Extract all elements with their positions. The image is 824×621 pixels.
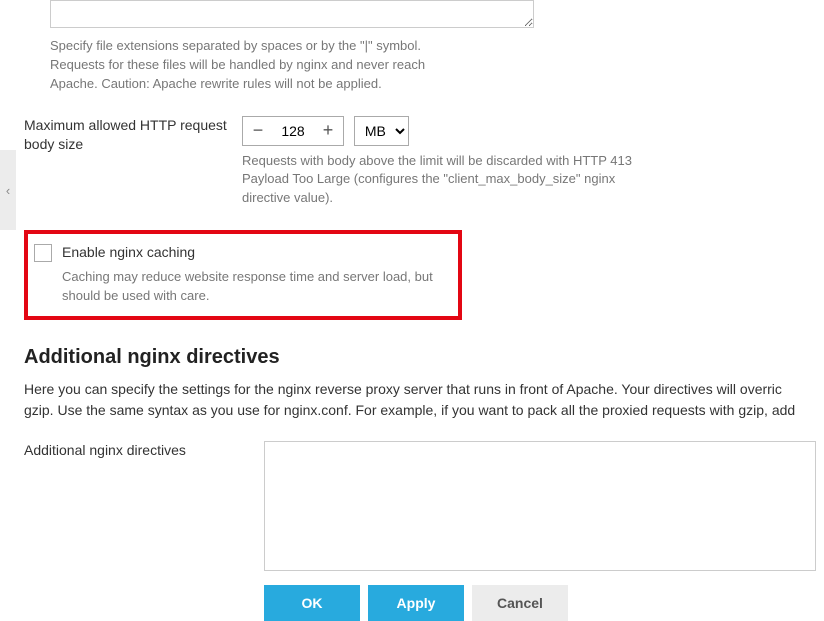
ok-button[interactable]: OK	[264, 585, 360, 621]
enable-caching-hint: Caching may reduce website response time…	[62, 268, 448, 306]
body-size-unit-select[interactable]: MB	[354, 116, 409, 146]
directives-row: Additional nginx directives	[24, 441, 824, 571]
body-size-hint: Requests with body above the limit will …	[242, 152, 662, 209]
form-content: Specify file extensions separated by spa…	[0, 0, 824, 621]
enable-caching-highlight: Enable nginx caching Caching may reduce …	[24, 230, 462, 320]
additional-directives-heading: Additional nginx directives	[24, 346, 824, 369]
stepper-increment-button[interactable]: +	[313, 117, 343, 145]
file-extensions-input[interactable]	[50, 0, 534, 28]
enable-caching-row: Enable nginx caching	[34, 244, 448, 262]
apply-button[interactable]: Apply	[368, 585, 464, 621]
body-size-label: Maximum allowed HTTP request body size	[24, 116, 242, 155]
form-actions: OK Apply Cancel	[264, 585, 824, 621]
body-size-input[interactable]	[273, 117, 313, 145]
chevron-left-icon: ‹	[6, 183, 10, 198]
additional-directives-desc: Here you can specify the settings for th…	[24, 379, 824, 421]
body-size-stepper: − +	[242, 116, 344, 146]
enable-caching-checkbox[interactable]	[34, 244, 52, 262]
plus-icon: +	[323, 120, 334, 141]
directives-input[interactable]	[264, 441, 816, 571]
body-size-row: Maximum allowed HTTP request body size −…	[24, 116, 824, 209]
directives-label: Additional nginx directives	[24, 441, 242, 461]
minus-icon: −	[253, 120, 264, 141]
sidebar-collapse-handle[interactable]: ‹	[0, 150, 16, 230]
body-size-field: − + MB Requests with body above the limi…	[242, 116, 824, 209]
cancel-button[interactable]: Cancel	[472, 585, 568, 621]
file-extensions-hint: Specify file extensions separated by spa…	[50, 37, 450, 94]
enable-caching-label: Enable nginx caching	[62, 244, 195, 260]
stepper-decrement-button[interactable]: −	[243, 117, 273, 145]
